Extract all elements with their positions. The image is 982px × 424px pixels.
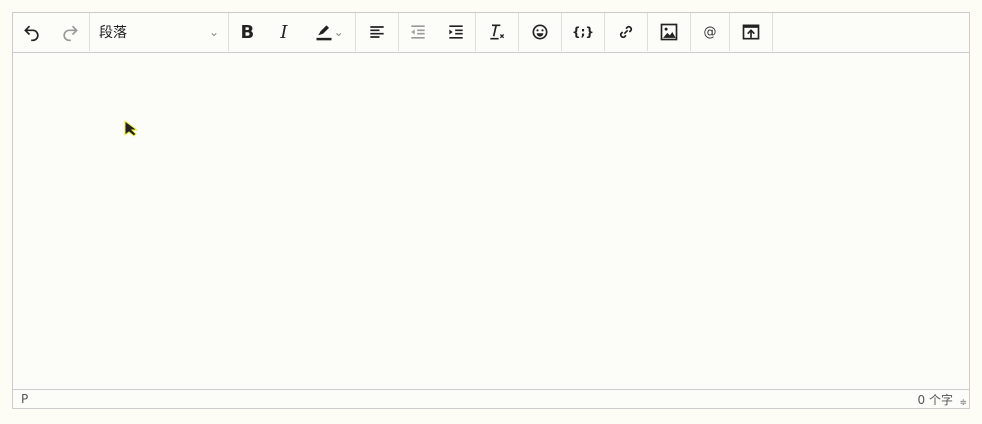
emoticons-button[interactable] — [526, 18, 554, 46]
at-icon: @ — [703, 24, 717, 40]
toolbar: 段落 ⌄ B I ⌄ {;} @ — [13, 13, 969, 53]
align-left-icon — [370, 26, 384, 38]
link-icon — [619, 25, 633, 39]
element-path[interactable]: P — [21, 392, 28, 406]
word-count: 0 个字 — [917, 392, 953, 407]
mention-button[interactable]: @ — [696, 18, 724, 46]
format-group: 段落 ⌄ — [90, 13, 229, 51]
italic-icon: I — [280, 21, 288, 43]
text-style-group: B I ⌄ — [229, 13, 356, 51]
outdent-button[interactable] — [404, 18, 432, 46]
undo-button[interactable] — [18, 18, 46, 46]
highlight-button[interactable]: ⌄ — [307, 18, 351, 46]
code-braces-icon: {;} — [572, 25, 594, 39]
history-group — [13, 13, 90, 51]
redo-icon — [63, 25, 78, 42]
image-icon — [660, 23, 678, 41]
link-button[interactable] — [612, 18, 640, 46]
bold-icon: B — [240, 21, 255, 43]
align-group — [356, 13, 399, 51]
chevron-down-icon: ⌄ — [333, 25, 344, 39]
smiley-icon — [532, 24, 548, 40]
mention-group: @ — [691, 13, 730, 51]
upload-group — [730, 13, 773, 51]
align-left-button[interactable] — [363, 18, 391, 46]
remove-format-button[interactable] — [483, 18, 511, 46]
resize-handle-icon[interactable]: ≑ — [959, 398, 967, 408]
image-group — [648, 13, 691, 51]
undo-icon — [24, 25, 39, 42]
block-format-select[interactable]: 段落 ⌄ — [95, 22, 223, 42]
outdent-icon — [411, 25, 425, 39]
indent-group — [399, 13, 476, 51]
indent-icon — [449, 25, 463, 39]
editor-content-area[interactable] — [13, 53, 969, 389]
upload-icon — [742, 24, 760, 40]
redo-button[interactable] — [56, 18, 84, 46]
link-group — [605, 13, 648, 51]
indent-button[interactable] — [442, 18, 470, 46]
code-group: {;} — [562, 13, 605, 51]
italic-button[interactable]: I — [270, 18, 298, 46]
mouse-cursor-icon — [124, 120, 138, 137]
block-format-label: 段落 — [99, 25, 127, 41]
code-button[interactable]: {;} — [569, 18, 597, 46]
upload-button[interactable] — [737, 18, 765, 46]
chevron-down-icon: ⌄ — [208, 25, 219, 39]
remove-format-icon — [490, 24, 505, 40]
rich-text-editor: 段落 ⌄ B I ⌄ {;} @ P 0 个字 ≑ — [12, 12, 970, 409]
image-button[interactable] — [655, 18, 683, 46]
status-bar: P 0 个字 ≑ — [13, 389, 969, 408]
highlight-icon — [316, 25, 332, 41]
emoticons-group — [519, 13, 562, 51]
clear-group — [476, 13, 519, 51]
bold-button[interactable]: B — [233, 18, 261, 46]
